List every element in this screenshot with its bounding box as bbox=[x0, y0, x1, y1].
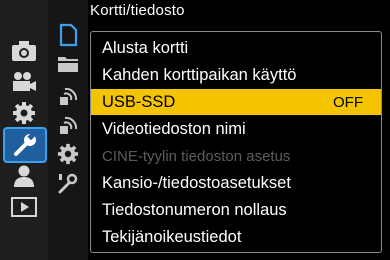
camera-icon bbox=[11, 40, 37, 62]
menu-item-copyright-info[interactable]: Tekijänoikeustiedot bbox=[91, 224, 381, 250]
menu-item-label: Tekijänoikeustiedot bbox=[102, 227, 242, 246]
wireless-1-icon bbox=[56, 85, 80, 107]
tab-photo[interactable] bbox=[4, 35, 44, 67]
gear-icon bbox=[57, 143, 79, 165]
subtab-settings[interactable] bbox=[52, 141, 84, 167]
menu-item-cine-file-setting: CINE-tyylin tiedoston asetus bbox=[91, 143, 381, 169]
menu-item-label: Tiedostonumeron nollaus bbox=[102, 200, 287, 219]
tab-setup[interactable] bbox=[3, 127, 47, 163]
folder-icon bbox=[56, 54, 80, 74]
menu-item-label: USB-SSD bbox=[102, 92, 176, 111]
menu-item-value: OFF bbox=[333, 93, 363, 111]
subtab-tools[interactable] bbox=[52, 170, 84, 196]
wrench-icon bbox=[12, 132, 38, 158]
person-icon bbox=[12, 164, 36, 188]
memory-card-icon bbox=[58, 23, 78, 47]
menu-item-label: CINE-tyylin tiedoston asetus bbox=[102, 147, 291, 165]
subtab-card-file[interactable] bbox=[52, 22, 84, 48]
tab-playback[interactable] bbox=[4, 191, 44, 223]
sub-tab-bar bbox=[48, 0, 88, 260]
tab-my-menu[interactable] bbox=[4, 160, 44, 192]
menu-item-usb-ssd[interactable]: USB-SSD OFF bbox=[91, 89, 381, 115]
video-camera-icon bbox=[11, 71, 37, 93]
menu-item-video-file-name[interactable]: Videotiedoston nimi bbox=[91, 116, 381, 142]
tool-icon bbox=[57, 172, 79, 194]
subtab-network-2[interactable] bbox=[52, 112, 84, 138]
menu-item-label: Videotiedoston nimi bbox=[102, 119, 246, 138]
menu-item-file-number-reset[interactable]: Tiedostonumeron nollaus bbox=[91, 197, 381, 223]
menu-item-double-card-slot[interactable]: Kahden korttipaikan käyttö bbox=[91, 62, 381, 88]
menu-item-format-card[interactable]: Alusta kortti bbox=[91, 35, 381, 61]
subtab-folder[interactable] bbox=[52, 51, 84, 77]
menu-item-folder-file-settings[interactable]: Kansio-/tiedostoasetukset bbox=[91, 170, 381, 196]
menu-list: Alusta kortti Kahden korttipaikan käyttö… bbox=[90, 31, 382, 253]
wireless-2-icon bbox=[56, 114, 80, 136]
menu-item-label: Kahden korttipaikan käyttö bbox=[102, 65, 297, 84]
playback-icon bbox=[11, 197, 37, 217]
menu-item-label: Alusta kortti bbox=[102, 38, 189, 57]
outer-tab-bar bbox=[0, 0, 48, 260]
tab-custom[interactable] bbox=[4, 97, 44, 129]
subtab-network-1[interactable] bbox=[52, 83, 84, 109]
page-title: Kortti/tiedosto bbox=[90, 2, 185, 19]
tab-video[interactable] bbox=[4, 66, 44, 98]
menu-item-label: Kansio-/tiedostoasetukset bbox=[102, 173, 291, 192]
gear-icon bbox=[12, 101, 36, 125]
